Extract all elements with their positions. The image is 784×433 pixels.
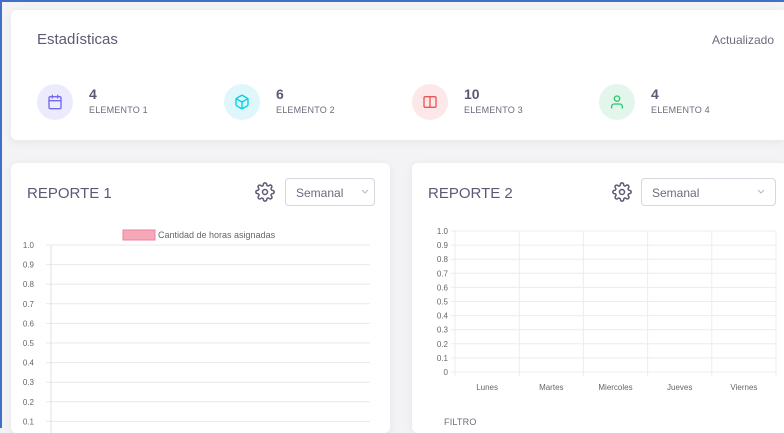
y-tick-label: 0.5 <box>23 339 35 348</box>
stats-title: Estadísticas <box>37 31 118 48</box>
y-tick-label: 0.4 <box>23 359 35 368</box>
report-2-card: REPORTE 2 Semanal 1.0 0.9 0.8 0.7 0.6 0.5 0.4 0… <box>412 163 784 433</box>
window-frame-top <box>0 0 784 2</box>
stat-value: 4 <box>89 86 97 102</box>
stat-value: 4 <box>651 86 659 102</box>
stats-card: Estadísticas Actualizado 4 ELEMENTO 1 6 … <box>11 10 784 140</box>
x-tick-label: Miercoles <box>598 383 632 392</box>
y-tick-label: 0.3 <box>23 378 35 387</box>
calendar-icon <box>37 84 73 120</box>
y-tick-label: 0.9 <box>23 261 35 270</box>
stats-updated-label: Actualizado <box>711 33 774 47</box>
stat-label: ELEMENTO 4 <box>651 105 710 115</box>
y-tick-label: 0.2 <box>23 398 35 407</box>
y-tick-label: 1.0 <box>23 241 35 250</box>
stat-value: 6 <box>276 86 284 102</box>
y-tick-label: 0.7 <box>437 269 449 278</box>
y-tick-label: 0.4 <box>437 312 449 321</box>
stat-label: ELEMENTO 2 <box>276 105 335 115</box>
legend-swatch <box>122 229 156 241</box>
y-tick-label: 0.6 <box>23 319 35 328</box>
stat-label: ELEMENTO 3 <box>464 105 523 115</box>
y-tick-label: 0.3 <box>437 326 449 335</box>
x-tick-label: Jueves <box>667 383 692 392</box>
filter-label: FILTRO <box>444 417 477 427</box>
window-frame-left <box>0 0 2 428</box>
y-tick-label: 0.2 <box>437 340 449 349</box>
y-tick-label: 0 <box>444 368 449 377</box>
y-tick-label: 0.1 <box>23 417 35 426</box>
stat-value: 10 <box>464 86 480 102</box>
x-tick-label: Viernes <box>730 383 757 392</box>
y-tick-label: 0.9 <box>437 241 449 250</box>
box-icon <box>224 84 260 120</box>
book-icon <box>412 84 448 120</box>
x-tick-label: Lunes <box>476 383 498 392</box>
y-tick-label: 0.6 <box>437 283 449 292</box>
y-tick-label: 0.8 <box>23 280 35 289</box>
report-1-card: REPORTE 1 Semanal Cantidad de horas asig… <box>11 163 390 433</box>
report-2-chart: 1.0 0.9 0.8 0.7 0.6 0.5 0.4 0.3 0.2 0.1 0 Lunes Mart… <box>437 227 777 392</box>
user-icon <box>599 84 635 120</box>
x-tick-label: Martes <box>539 383 563 392</box>
report-1-chart: Cantidad de horas asignadas 1.0 0.9 0.8 0.7… <box>23 229 370 433</box>
y-tick-label: 1.0 <box>437 227 449 236</box>
stat-label: ELEMENTO 1 <box>89 105 148 115</box>
y-tick-label: 0.5 <box>437 298 449 307</box>
y-tick-label: 0.8 <box>437 255 449 264</box>
y-tick-label: 0.1 <box>437 354 449 363</box>
legend-label: Cantidad de horas asignadas <box>158 230 276 240</box>
y-tick-label: 0.7 <box>23 300 35 309</box>
